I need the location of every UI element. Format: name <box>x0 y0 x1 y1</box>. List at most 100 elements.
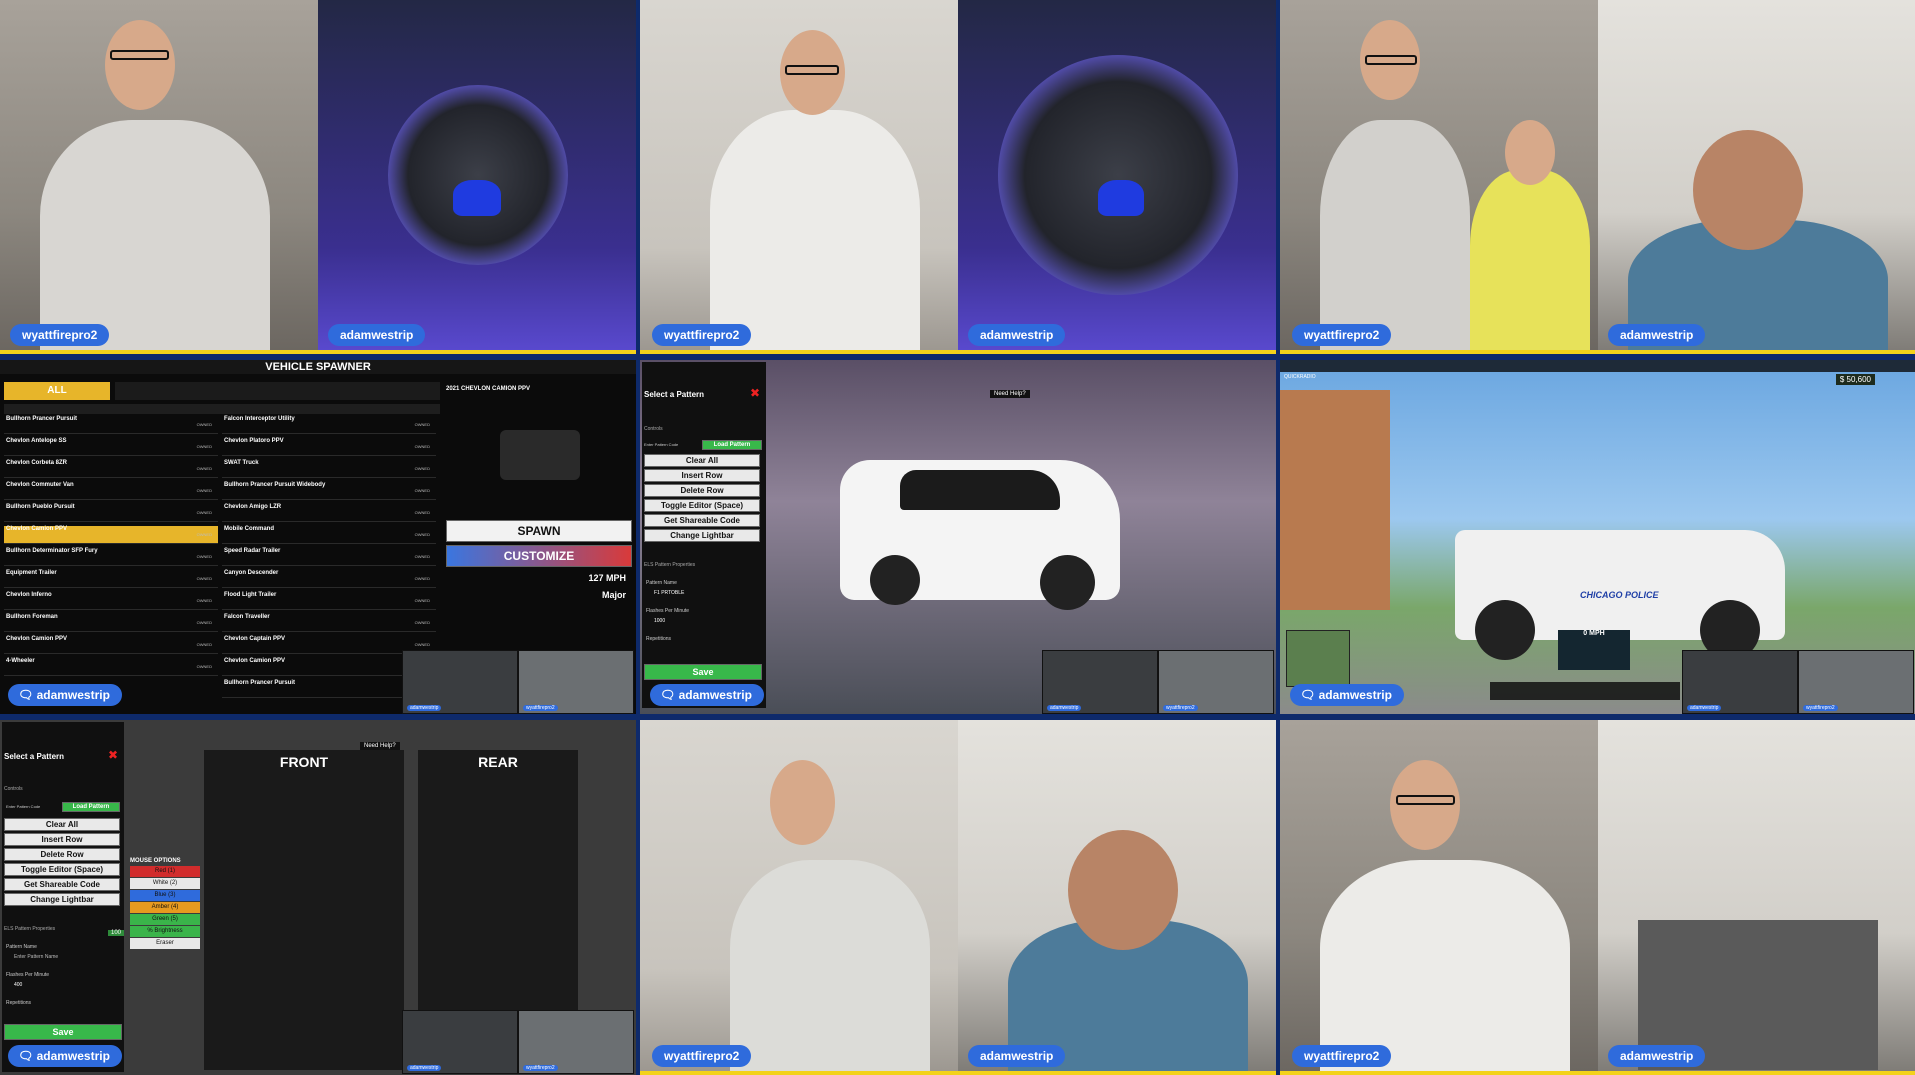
vehicle-list-item[interactable]: Falcon Interceptor Utility OWNED <box>222 416 436 434</box>
hotbar[interactable] <box>1490 682 1680 700</box>
color-option[interactable]: Red (1) <box>130 866 200 877</box>
camera-feed-wyatt <box>1280 720 1598 1075</box>
need-help-button[interactable]: Need Help? <box>360 742 400 750</box>
vehicle-list-item[interactable]: Mobile Command OWNED <box>222 526 436 544</box>
pattern-code-input[interactable]: Enter Pattern Code <box>6 804 40 809</box>
owned-label: OWNED <box>196 576 212 581</box>
vehicle-list-left: Bullhorn Prancer Pursuit OWNED Chevlon Ant… <box>4 416 218 706</box>
save-button[interactable]: Save <box>644 664 762 680</box>
vehicle-speed: 127 MPH <box>588 573 626 583</box>
participant-thumbnail: wyattfirepro2 <box>518 650 634 714</box>
tab-all[interactable]: ALL <box>4 382 110 400</box>
pattern-action-button[interactable]: Delete Row <box>644 484 760 497</box>
pattern-action-button[interactable]: Change Lightbar <box>644 529 760 542</box>
spawn-button[interactable]: SPAWN <box>446 520 632 542</box>
save-button[interactable]: Save <box>4 1024 122 1040</box>
owned-label: OWNED <box>414 466 430 471</box>
pattern-action-button[interactable]: Toggle Editor (Space) <box>4 863 120 876</box>
pattern-action-button[interactable]: Insert Row <box>4 833 120 846</box>
props-title: ELS Pattern Properties <box>644 562 696 568</box>
pattern-name-field[interactable]: F1 PRTOBLE <box>654 590 684 596</box>
vehicle-name: Equipment Trailer <box>6 570 57 576</box>
participant-badge: wyattfirepro2 <box>1292 324 1392 346</box>
vehicle-name: Chevlon Captain PPV <box>224 636 286 642</box>
participant-badge: adamwestrip <box>1608 324 1706 346</box>
pattern-action-button[interactable]: Get Shareable Code <box>4 878 120 891</box>
vehicle-list-item[interactable]: Bullhorn Prancer Pursuit OWNED <box>4 416 218 434</box>
pattern-action-button[interactable]: Insert Row <box>644 469 760 482</box>
speedometer: 0 MPH <box>1558 630 1630 670</box>
owned-label: OWNED <box>414 554 430 559</box>
rear-grid[interactable]: REAR <box>418 750 578 1050</box>
chat-icon: 🗨 <box>18 688 37 702</box>
load-pattern-button[interactable]: Load Pattern <box>702 440 762 450</box>
select-pattern-title: Select a Pattern <box>644 390 705 399</box>
pattern-name-field[interactable]: Enter Pattern Name <box>14 954 58 960</box>
vehicle-list-item[interactable]: Speed Radar Trailer OWNED <box>222 548 436 566</box>
rear-label: REAR <box>478 754 518 770</box>
color-option[interactable]: Green (5) <box>130 914 200 925</box>
pattern-code-input[interactable]: Enter Pattern Code <box>644 442 699 450</box>
vehicle-class: Major <box>601 590 626 600</box>
customize-button[interactable]: CUSTOMIZE <box>446 545 632 567</box>
color-option[interactable]: Amber (4) <box>130 902 200 913</box>
vehicle-name: Chevlon Amigo LZR <box>224 504 282 510</box>
color-option[interactable]: White (2) <box>130 878 200 889</box>
vehicle-name: Mobile Command <box>224 526 275 532</box>
vehicle-list-item[interactable]: 4-Wheeler OWNED <box>4 658 218 676</box>
vehicle-list-item[interactable]: Canyon Descender OWNED <box>222 570 436 588</box>
vehicle-name: 4-Wheeler <box>6 658 35 664</box>
search-input[interactable] <box>4 404 440 414</box>
vehicle-list-item[interactable]: Bullhorn Prancer Pursuit Widebody OWNED <box>222 482 436 500</box>
close-icon[interactable]: ✖ <box>750 386 760 400</box>
close-icon[interactable]: ✖ <box>108 748 118 762</box>
vehicle-list-item[interactable]: Equipment Trailer OWNED <box>4 570 218 588</box>
vehicle-list-item[interactable]: Bullhorn Determinator SFP Fury OWNED <box>4 548 218 566</box>
vehicle-list-item[interactable]: Chevlon Inferno OWNED <box>4 592 218 610</box>
brightness-value[interactable]: 100 <box>108 930 125 936</box>
fpm-field[interactable]: 1000 <box>654 618 665 624</box>
pattern-action-button[interactable]: Change Lightbar <box>4 893 120 906</box>
vehicle-list-item[interactable]: Chevlon Amigo LZR OWNED <box>222 504 436 522</box>
participant-badge: 🗨 adamwestrip <box>8 684 122 706</box>
participant-thumbnail: adamwestrip <box>1682 650 1798 714</box>
vehicle-list-item[interactable]: Chevlon Antelope SS OWNED <box>4 438 218 456</box>
vehicle-name: Chevlon Antelope SS <box>6 438 67 444</box>
owned-label: OWNED <box>414 488 430 493</box>
vehicle-list-item[interactable]: SWAT Truck OWNED <box>222 460 436 478</box>
vehicle-list-item[interactable]: Flood Light Trailer OWNED <box>222 592 436 610</box>
vehicle-list-item[interactable]: Falcon Traveller OWNED <box>222 614 436 632</box>
pattern-action-button[interactable]: Delete Row <box>4 848 120 861</box>
owned-label: OWNED <box>196 466 212 471</box>
camera-feed-adam <box>1598 720 1915 1075</box>
load-pattern-button[interactable]: Load Pattern <box>62 802 120 812</box>
vehicle-list-item[interactable]: Chevlon Corbeta 8ZR OWNED <box>4 460 218 478</box>
color-option[interactable]: % Brightness <box>130 926 200 937</box>
fpm-field[interactable]: 400 <box>14 982 22 988</box>
vehicle-list-item[interactable]: Bullhorn Foreman OWNED <box>4 614 218 632</box>
camera-feed-adam <box>958 720 1276 1075</box>
chat-icon: 🗨 <box>18 1049 37 1063</box>
camera-feed-wyatt <box>1280 0 1598 354</box>
color-option[interactable]: Eraser <box>130 938 200 949</box>
pattern-action-button[interactable]: Clear All <box>4 818 120 831</box>
vehicle-list-item[interactable]: Chevlon Platoro PPV OWNED <box>222 438 436 456</box>
vehicle-list-item[interactable]: Bullhorn Pueblo Pursuit OWNED <box>4 504 218 522</box>
pattern-action-button[interactable]: Clear All <box>644 454 760 467</box>
minimap[interactable] <box>1286 630 1350 687</box>
front-grid[interactable]: FRONT <box>204 750 404 1070</box>
repetitions-label: Repetitions <box>646 636 672 642</box>
participant-badge: 🗨 adamwestrip <box>1290 684 1404 706</box>
vehicle-name: Falcon Traveller <box>224 614 270 620</box>
need-help-button[interactable]: Need Help? <box>990 390 1030 398</box>
vehicle-list-item[interactable]: Chevlon Camion PPV OWNED <box>4 526 218 544</box>
pattern-action-button[interactable]: Toggle Editor (Space) <box>644 499 760 512</box>
owned-label: OWNED <box>414 532 430 537</box>
vehicle-list-item[interactable]: Chevlon Commuter Van OWNED <box>4 482 218 500</box>
color-option[interactable]: Blue (3) <box>130 890 200 901</box>
vehicle-list-item[interactable]: Chevlon Camion PPV OWNED <box>4 636 218 654</box>
spawner-title: VEHICLE SPAWNER <box>0 360 636 374</box>
pattern-action-button[interactable]: Get Shareable Code <box>644 514 760 527</box>
chat-icon: 🗨 <box>1300 688 1319 702</box>
category-tabs <box>115 382 440 400</box>
